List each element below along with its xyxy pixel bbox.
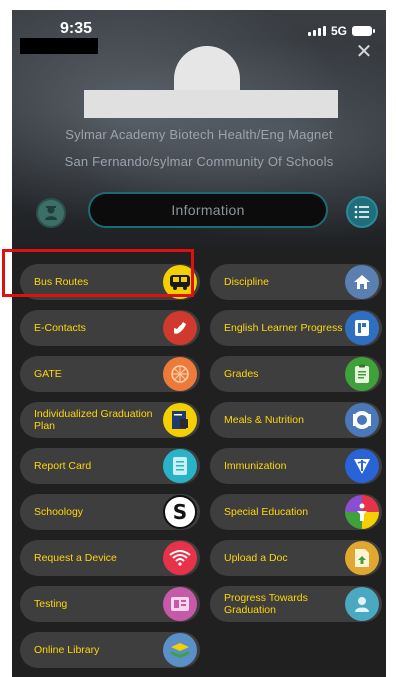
tile-label: GATE — [34, 368, 62, 380]
tile-discipline[interactable]: Discipline — [210, 264, 382, 300]
battery-icon — [352, 26, 375, 36]
schoology-icon: S — [163, 495, 197, 529]
tile-immunization[interactable]: Immunization — [210, 448, 382, 484]
status-bar-right: 5G — [307, 24, 375, 38]
phone-icon — [163, 311, 197, 345]
tile-label: English Learner Progress — [224, 322, 343, 334]
tile-label: Upload a Doc — [224, 552, 288, 564]
information-button[interactable]: Information — [88, 192, 328, 228]
student-name-redacted — [84, 90, 338, 118]
tile-label: Bus Routes — [34, 276, 89, 288]
graduation-icon — [345, 587, 379, 621]
tile-label: Grades — [224, 368, 259, 380]
school-name: Sylmar Academy Biotech Health/Eng Magnet — [65, 127, 333, 142]
student-icon — [45, 206, 57, 220]
clipboard-icon — [345, 357, 379, 391]
tile-upload-a-doc[interactable]: Upload a Doc — [210, 540, 382, 576]
app-screen: 9:35 5G ✕ Sylmar Academy Biotech Health/… — [12, 10, 386, 677]
plan-icon — [163, 403, 197, 437]
gate-icon — [163, 357, 197, 391]
testing-icon — [163, 587, 197, 621]
tile-gate[interactable]: GATE — [20, 356, 200, 392]
school-community: San Fernando/sylmar Community Of Schools — [64, 154, 334, 169]
tile-label: Meals & Nutrition — [224, 414, 304, 426]
signal-icon — [307, 26, 326, 36]
tile-label: Discipline — [224, 276, 269, 288]
wifi-icon — [163, 541, 197, 575]
medical-icon — [345, 449, 379, 483]
tile-special-education[interactable]: Special Education — [210, 494, 382, 530]
tile-english-learner-progress[interactable]: English Learner Progress — [210, 310, 382, 346]
tile-e-contacts[interactable]: E-Contacts — [20, 310, 200, 346]
document-icon — [345, 311, 379, 345]
special-education-icon — [345, 495, 379, 529]
list-icon — [354, 205, 369, 219]
meals-icon — [345, 403, 379, 437]
tile-online-library[interactable]: Online Library — [20, 632, 200, 668]
tile-label: Progress Towards Graduation — [224, 592, 308, 616]
tile-testing[interactable]: Testing — [20, 586, 200, 622]
tile-label: E-Contacts — [34, 322, 86, 334]
tile-label: Request a Device — [34, 552, 117, 564]
library-icon — [163, 633, 197, 667]
tile-bus-routes[interactable]: Bus Routes — [20, 264, 200, 300]
tile-label: Schoology — [34, 506, 84, 518]
tile-meals-nutrition[interactable]: Meals & Nutrition — [210, 402, 382, 438]
menu-button[interactable] — [346, 196, 378, 228]
tile-individualized-graduation-plan[interactable]: Individualized Graduation Plan — [20, 402, 200, 438]
report-card-icon — [163, 449, 197, 483]
tile-schoology[interactable]: Schoology S — [20, 494, 200, 530]
tile-progress-towards-graduation[interactable]: Progress Towards Graduation — [210, 586, 382, 622]
close-icon[interactable]: ✕ — [354, 42, 374, 62]
tile-label: Online Library — [34, 644, 100, 656]
tile-grades[interactable]: Grades — [210, 356, 382, 392]
tile-label: Testing — [34, 598, 68, 610]
bus-icon — [163, 265, 197, 299]
status-time: 9:35 — [60, 20, 93, 37]
tile-report-card[interactable]: Report Card — [20, 448, 200, 484]
student-avatar-button[interactable] — [36, 198, 66, 228]
tile-label: Special Education — [224, 506, 309, 518]
tile-label: Immunization — [224, 460, 287, 472]
tile-label: Report Card — [34, 460, 92, 472]
tile-label: Individualized Graduation Plan — [34, 408, 153, 432]
redacted-field — [20, 38, 98, 54]
network-label: 5G — [330, 24, 347, 38]
tile-request-a-device[interactable]: Request a Device — [20, 540, 200, 576]
upload-doc-icon — [345, 541, 379, 575]
house-icon — [345, 265, 379, 299]
profile-header: 9:35 5G ✕ Sylmar Academy Biotech Health/… — [12, 10, 386, 248]
